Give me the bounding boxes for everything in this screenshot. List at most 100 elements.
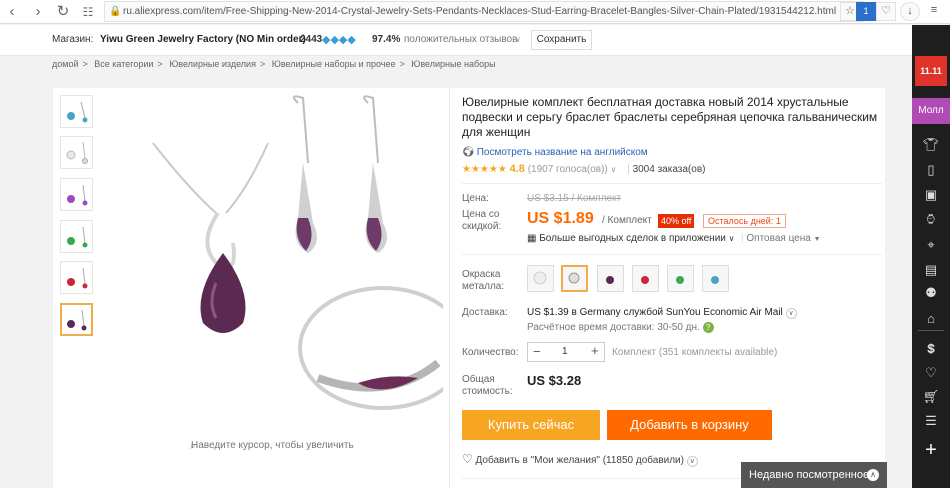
- store-bar: Магазин: Yiwu Green Jewelry Factory (NO …: [0, 25, 912, 56]
- divider: [462, 183, 882, 184]
- thumbnail-2[interactable]: [60, 136, 93, 169]
- help-icon[interactable]: ?: [702, 322, 714, 333]
- total-value: US $3.28: [527, 373, 582, 388]
- bag-icon[interactable]: ▤: [912, 260, 950, 280]
- star-rating-icon: ★★★★★: [462, 164, 507, 175]
- computer-icon[interactable]: ▣: [912, 185, 950, 205]
- thumbnail-4[interactable]: [60, 220, 93, 253]
- thumbnail-3[interactable]: [60, 178, 93, 211]
- discount-badge: 40% off: [658, 214, 695, 228]
- plus-icon[interactable]: +: [912, 440, 950, 460]
- wholesale-price-link[interactable]: | Оптовая цена ▼: [741, 233, 821, 244]
- breadcrumb-jewelry[interactable]: Ювелирные изделия: [169, 59, 256, 69]
- phone-icon[interactable]: ▯: [912, 160, 950, 180]
- plus-icon[interactable]: +: [591, 343, 599, 358]
- breadcrumb-all-categories[interactable]: Все категории: [94, 59, 153, 69]
- color-option-1[interactable]: [527, 265, 554, 292]
- price-label: Цена:: [462, 193, 489, 204]
- rating-votes[interactable]: (1907 голоса(ов)): [528, 164, 608, 175]
- zoom-hint: Наведите курсор, чтобы увеличить: [191, 440, 354, 451]
- old-price: US $3.15 / Комплект: [527, 193, 622, 204]
- reload-icon[interactable]: ↻: [53, 2, 73, 22]
- address-bar[interactable]: 🔒 ru.aliexpress.com/item/Free-Shipping-N…: [104, 1, 864, 22]
- clothing-icon[interactable]: 👕︎: [912, 135, 950, 155]
- chevron-down-icon: ∨: [610, 165, 617, 174]
- app-deals-link[interactable]: ▦ Больше выгодных сделок в приложении ∨: [527, 233, 735, 244]
- quantity-input[interactable]: 1: [562, 346, 568, 357]
- quantity-available: Комплект (351 комплекты available): [612, 347, 778, 358]
- mall-tile[interactable]: Молл: [912, 98, 950, 124]
- right-sidebar: 11.11 Молл 👕︎ ▯ ▣ ⌚︎ ⌖ ▤ ⚉ ⌂ 💲︎ ♡ 🛒︎ ☰ +: [912, 25, 950, 488]
- menu-icon[interactable]: ≡: [924, 2, 944, 21]
- breadcrumb-jewelry-sets-other[interactable]: Ювелирные наборы и прочее: [272, 59, 396, 69]
- translate-title-link[interactable]: 🌍︎ Посмотреть название на английском: [462, 147, 648, 158]
- divider: [449, 88, 450, 488]
- shipping-method[interactable]: US $1.39 в Germany службой SunYou Econom…: [527, 307, 797, 319]
- divider: [918, 330, 944, 331]
- product-main-image[interactable]: [98, 93, 443, 418]
- days-left-badge: Осталось дней: 1: [703, 214, 786, 228]
- separator: |: [627, 164, 630, 175]
- positive-percent: 97.4%: [372, 34, 401, 45]
- product-title: Ювелирные комплект бесплатная доставка н…: [462, 95, 878, 139]
- chevron-down-icon: ∨: [785, 308, 797, 319]
- minus-icon[interactable]: −: [533, 344, 541, 359]
- sale-promo-tile[interactable]: 11.11: [915, 56, 947, 86]
- bulb-icon[interactable]: ⚉: [912, 283, 950, 303]
- thumbnail-1[interactable]: [60, 95, 93, 128]
- color-label: Окраска металла:: [462, 269, 505, 292]
- color-option-4[interactable]: [632, 265, 659, 292]
- lock-icon: 🔒: [109, 6, 122, 17]
- current-price: US $1.89: [527, 210, 594, 227]
- shield-badge-icon[interactable]: 1: [856, 2, 876, 21]
- thumbnail-6[interactable]: [60, 303, 93, 336]
- add-to-cart-button[interactable]: Добавить в корзину: [607, 410, 772, 440]
- breadcrumb-separator: >: [399, 59, 405, 69]
- chevron-up-icon: ∧: [867, 469, 879, 481]
- breadcrumb: домой > Все категории > Ювелирные изделия >…: [52, 59, 500, 69]
- add-to-wishlist-link[interactable]: ♡ Добавить в "Мои желания" (11850 добави…: [462, 452, 698, 467]
- orders-count: 3004 заказа(ов): [632, 164, 706, 175]
- color-option-2[interactable]: [561, 265, 588, 292]
- shoe-icon[interactable]: ⌖: [912, 235, 950, 255]
- chevron-down-icon: ∨: [686, 456, 698, 467]
- color-option-3[interactable]: [597, 265, 624, 292]
- heart-icon[interactable]: ♡: [876, 2, 896, 21]
- orders-icon[interactable]: ☰: [912, 411, 950, 431]
- save-store-button[interactable]: Сохранить: [531, 30, 592, 50]
- total-label: Общая стоимость:: [462, 374, 513, 397]
- positive-label[interactable]: положительных отзывов: [404, 34, 517, 45]
- color-option-5[interactable]: [667, 265, 694, 292]
- store-score: 2443: [300, 34, 323, 45]
- qr-code-icon: ▦: [527, 233, 537, 244]
- breadcrumb-home[interactable]: домой: [52, 59, 78, 69]
- delivery-time: Расчётное время доставки: 30-50 дн. ?: [527, 322, 714, 333]
- quantity-label: Количество:: [462, 347, 519, 358]
- buy-now-button[interactable]: Купить сейчас: [462, 410, 600, 440]
- discount-price-label: Цена со скидкой:: [462, 209, 502, 232]
- download-icon[interactable]: ↓: [900, 2, 920, 21]
- recently-viewed-panel[interactable]: Недавно посмотренное ∧: [741, 462, 887, 488]
- store-label: Магазин:: [52, 34, 94, 45]
- watch-icon[interactable]: ⌚︎: [912, 210, 950, 230]
- forward-icon[interactable]: ›: [28, 2, 48, 22]
- rating-row: ★★★★★ 4.8 (1907 голоса(ов)) ∨ | 3004 зак…: [462, 163, 705, 175]
- cart-icon[interactable]: 🛒︎: [912, 387, 950, 407]
- browser-toolbar: ‹ › ↻ ☷ 🔒 ru.aliexpress.com/item/Free-Sh…: [0, 0, 950, 24]
- rating-value: 4.8: [509, 163, 525, 175]
- thumbnail-5[interactable]: [60, 261, 93, 294]
- shipping-label: Доставка:: [462, 307, 508, 318]
- color-option-6[interactable]: [702, 265, 729, 292]
- price-unit: / Комплект: [602, 215, 652, 226]
- coupon-icon[interactable]: 💲︎: [912, 339, 950, 359]
- url-text: ru.aliexpress.com/item/Free-Shipping-New…: [123, 6, 837, 17]
- car-icon[interactable]: ⌂: [912, 309, 950, 329]
- back-icon[interactable]: ‹: [2, 2, 22, 22]
- heart-icon: ♡: [462, 452, 473, 466]
- chevron-down-icon: ∨: [728, 234, 735, 243]
- translate-icon: 🌍︎: [462, 147, 475, 158]
- heart-icon[interactable]: ♡: [912, 363, 950, 383]
- apps-grid-icon[interactable]: ☷: [78, 2, 98, 22]
- store-name[interactable]: Yiwu Green Jewelry Factory (NO Min order…: [100, 34, 306, 45]
- breadcrumb-separator: >: [259, 59, 266, 69]
